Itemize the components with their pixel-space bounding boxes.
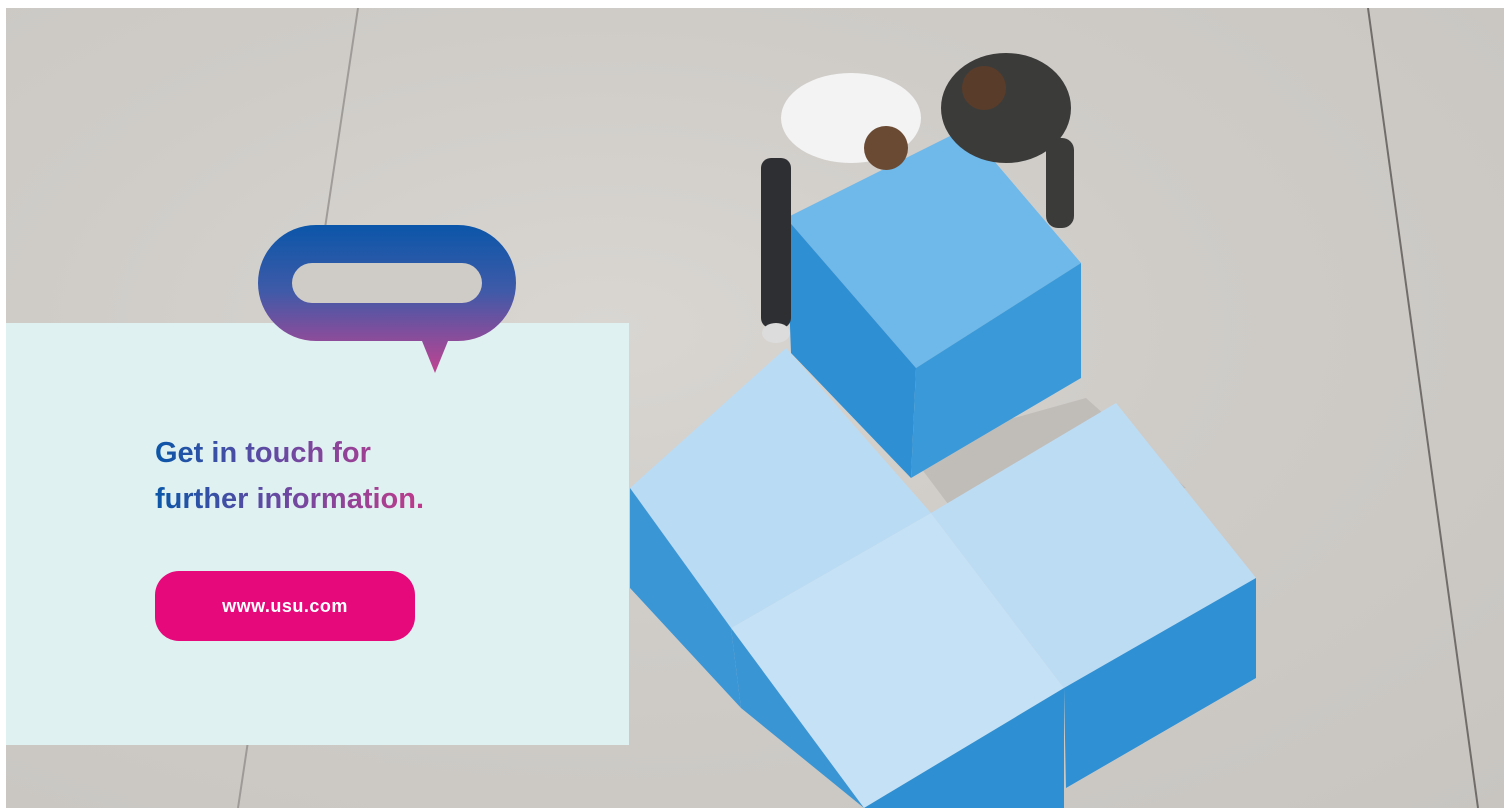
- website-link-button[interactable]: www.usu.com: [155, 571, 415, 641]
- headline: Get in touch for further information.: [155, 430, 575, 522]
- headline-line-2: further information.: [155, 483, 425, 515]
- headline-line-1: Get in touch for: [155, 437, 371, 469]
- contact-card: [6, 323, 629, 745]
- speech-bubble-logo-icon: [258, 225, 516, 373]
